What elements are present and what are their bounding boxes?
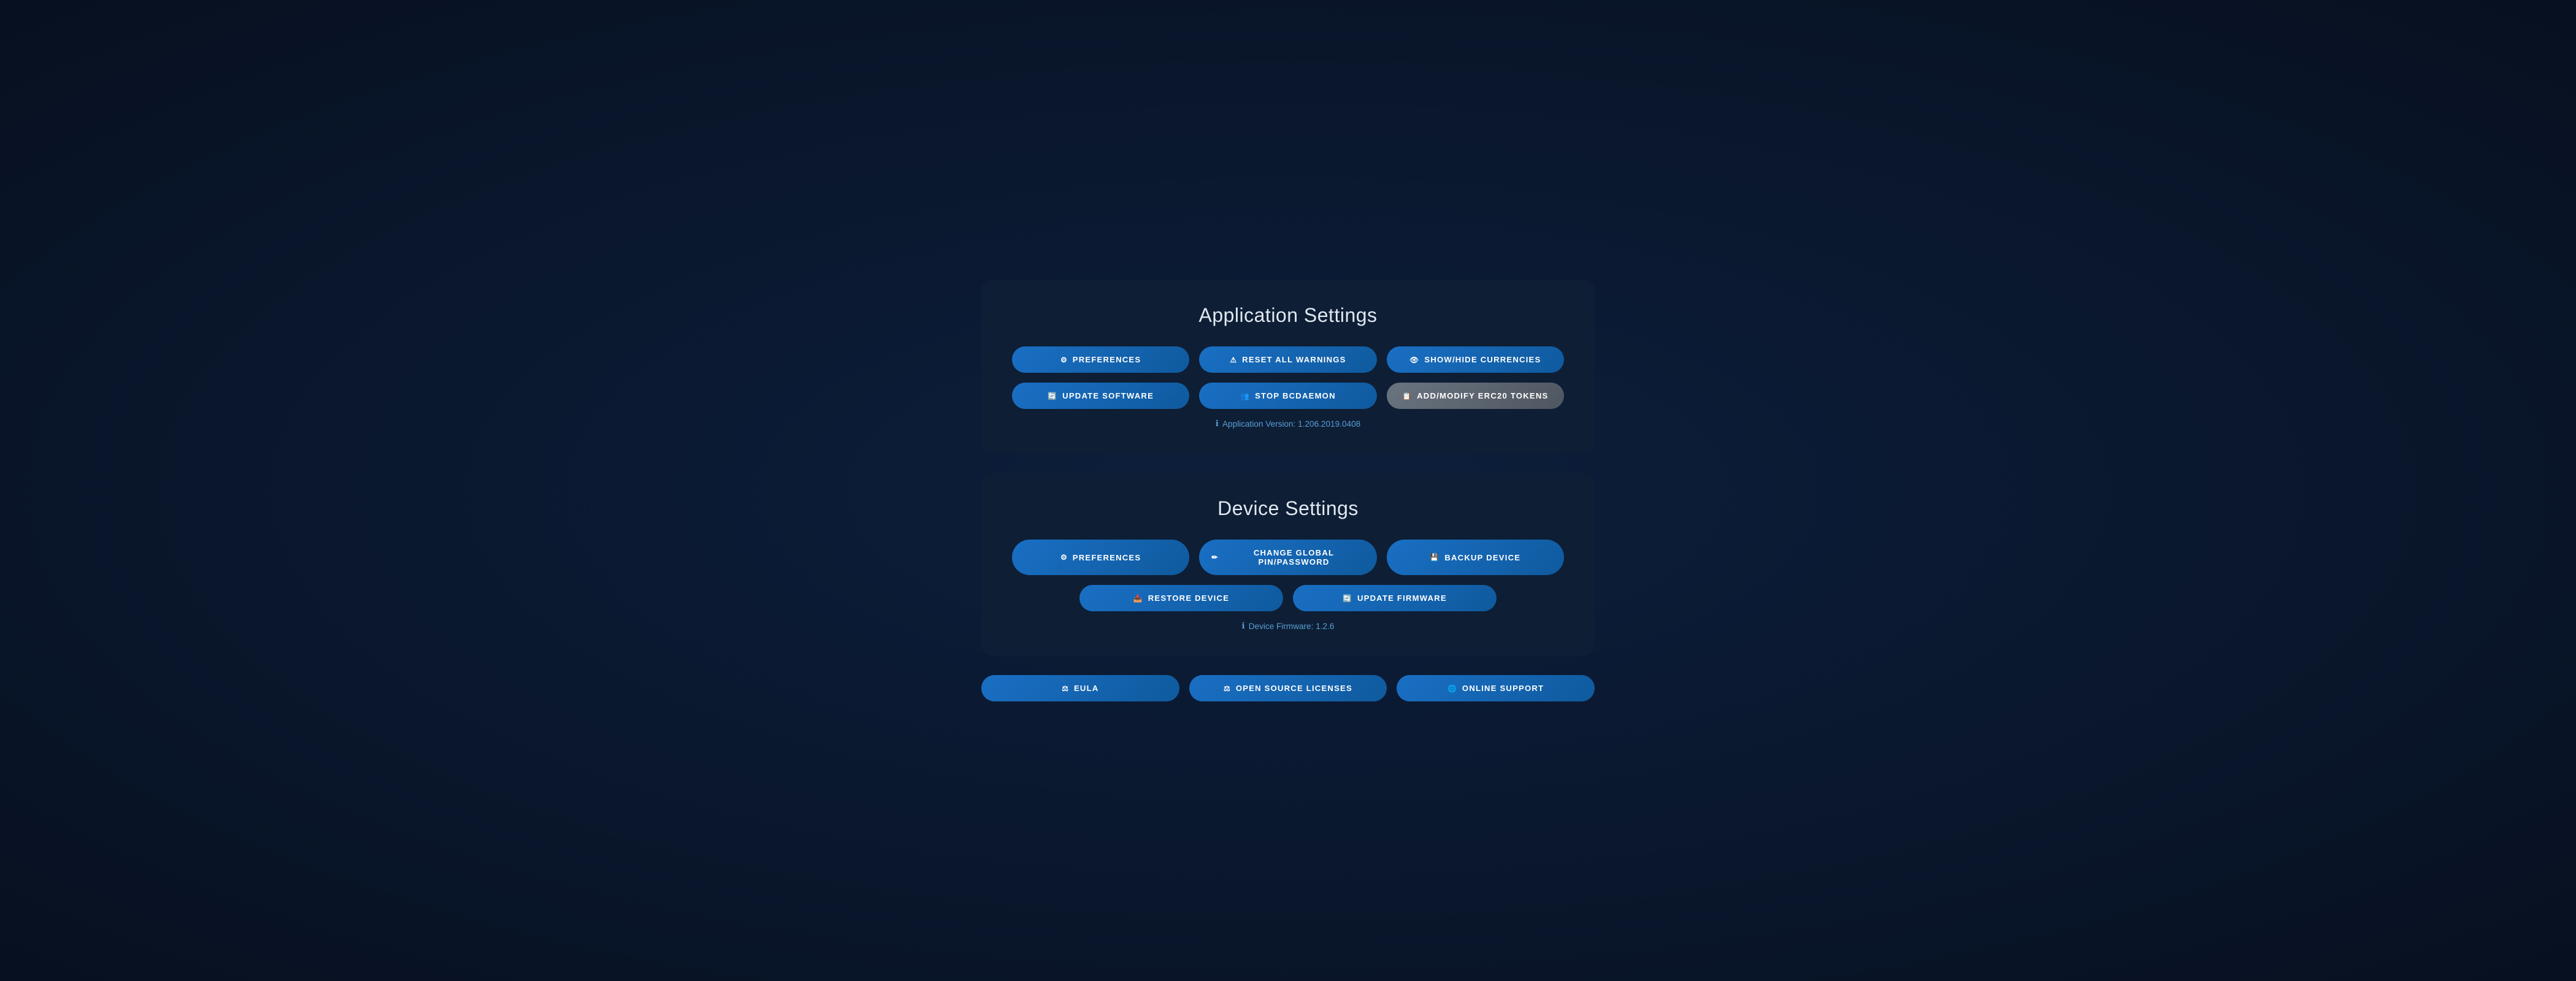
device-settings-bottom-row: 📥 RESTORE DEVICE 🔄 UPDATE FIRMWARE [1079,585,1497,611]
scales-icon-oss: ⚖ [1224,684,1231,693]
restore-icon: 📥 [1133,594,1143,603]
gear-icon: ⚙ [1060,356,1068,364]
group-icon: 👥 [1240,392,1250,400]
info-icon: ℹ [1216,419,1219,429]
save-icon: 💾 [1430,553,1439,562]
device-settings-card: Device Settings ⚙ PREFERENCES ✏ CHANGE G… [981,473,1595,655]
refresh-icon: 🔄 [1048,392,1057,400]
edit-icon: ✏ [1211,553,1218,562]
preferences-button[interactable]: ⚙ PREFERENCES [1012,346,1189,373]
device-firmware-info: ℹ Device Firmware: 1.2.6 [1012,621,1564,631]
stop-bcdaemon-button[interactable]: 👥 STOP BCDAEMON [1199,383,1376,409]
eula-button[interactable]: ⚖ EULA [981,675,1179,701]
reset-warnings-button[interactable]: ⚠ RESET ALL WARNINGS [1199,346,1376,373]
app-settings-title: Application Settings [1012,304,1564,327]
restore-device-button[interactable]: 📥 RESTORE DEVICE [1079,585,1283,611]
device-settings-title: Device Settings [1012,497,1564,520]
app-settings-bottom-row: 🔄 UPDATE SOFTWARE 👥 STOP BCDAEMON 📋 ADD/… [1012,383,1564,409]
device-settings-top-row: ⚙ PREFERENCES ✏ CHANGE GLOBAL PIN/PASSWO… [1012,540,1564,575]
show-hide-currencies-button[interactable]: 👁 SHOW/HIDE CURRENCIES [1387,346,1564,373]
info-icon-device: ℹ [1242,621,1245,631]
add-modify-erc20-button[interactable]: 📋 ADD/MODIFY ERC20 TOKENS [1387,383,1564,409]
update-software-button[interactable]: 🔄 UPDATE SOFTWARE [1012,383,1189,409]
scales-icon-eula: ⚖ [1062,684,1069,693]
online-support-button[interactable]: 🌐 Online Support [1397,675,1595,701]
eye-icon: 👁 [1409,356,1419,364]
token-icon: 📋 [1402,392,1412,400]
footer-row: ⚖ EULA ⚖ Open Source Licenses 🌐 Online S… [981,675,1595,701]
change-pin-button[interactable]: ✏ CHANGE GLOBAL PIN/PASSWORD [1199,540,1376,575]
open-source-button[interactable]: ⚖ Open Source Licenses [1189,675,1387,701]
refresh-firmware-icon: 🔄 [1343,594,1352,603]
application-settings-card: Application Settings ⚙ PREFERENCES ⚠ RES… [981,280,1595,453]
warning-icon: ⚠ [1230,356,1237,364]
app-version-info: ℹ Application Version: 1.206.2019.0408 [1012,419,1564,429]
backup-device-button[interactable]: 💾 BACKUP DEVICE [1387,540,1564,575]
device-preferences-button[interactable]: ⚙ PREFERENCES [1012,540,1189,575]
globe-icon: 🌐 [1447,684,1457,693]
update-firmware-button[interactable]: 🔄 UPDATE FIRMWARE [1293,585,1497,611]
gear-icon-device: ⚙ [1060,553,1068,562]
app-settings-top-row: ⚙ PREFERENCES ⚠ RESET ALL WARNINGS 👁 SHO… [1012,346,1564,373]
